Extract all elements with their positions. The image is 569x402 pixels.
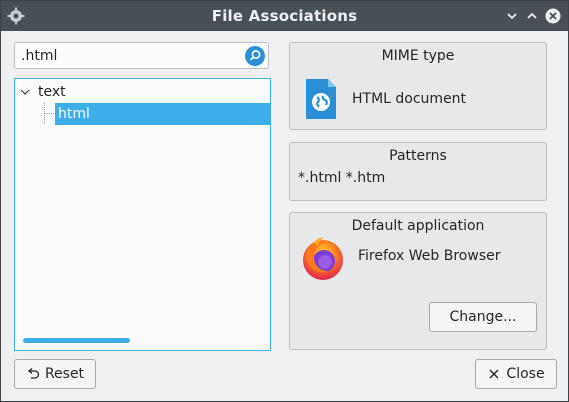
tree-item-label: html (58, 106, 90, 122)
patterns-value: *.html *.htm (298, 170, 386, 186)
horizontal-scrollbar[interactable] (23, 338, 130, 343)
window-title: File Associations (211, 7, 358, 25)
chevron-down-icon[interactable] (20, 87, 30, 97)
undo-icon (27, 368, 40, 379)
tree-item-label: text (38, 84, 66, 100)
mime-type-heading: MIME type (381, 48, 455, 64)
tree-item-html[interactable]: html (55, 103, 270, 125)
close-icon (489, 369, 499, 379)
search-button[interactable] (245, 46, 265, 66)
mime-type-label: HTML document (352, 91, 467, 107)
html-document-icon (306, 79, 336, 119)
close-window-icon[interactable] (545, 8, 561, 24)
mime-type-group: MIME type HTML document (289, 42, 547, 130)
reset-button-label: Reset (44, 366, 85, 382)
patterns-heading: Patterns (389, 148, 447, 164)
minimize-icon[interactable] (504, 8, 520, 24)
title-bar[interactable]: File Associations (1, 1, 568, 31)
maximize-icon[interactable] (524, 8, 540, 24)
file-associations-window: File Associations .html text html MIME t… (0, 0, 569, 402)
firefox-icon (303, 237, 343, 280)
mime-type-tree[interactable]: text html (14, 78, 271, 351)
default-application-name: Firefox Web Browser (358, 248, 501, 264)
search-input[interactable]: .html (14, 42, 269, 69)
close-button-label: Close (506, 366, 545, 382)
patterns-group: Patterns *.html *.htm (289, 142, 547, 201)
default-application-group: Default application Firefox Web Browser … (289, 212, 547, 350)
reset-button[interactable]: Reset (14, 359, 96, 389)
close-button[interactable]: Close (475, 359, 557, 389)
default-application-heading: Default application (351, 218, 485, 234)
search-input-value: .html (21, 48, 58, 64)
change-button[interactable]: Change... (429, 302, 537, 332)
tree-item-text[interactable]: text (15, 81, 270, 103)
search-icon (249, 50, 261, 61)
